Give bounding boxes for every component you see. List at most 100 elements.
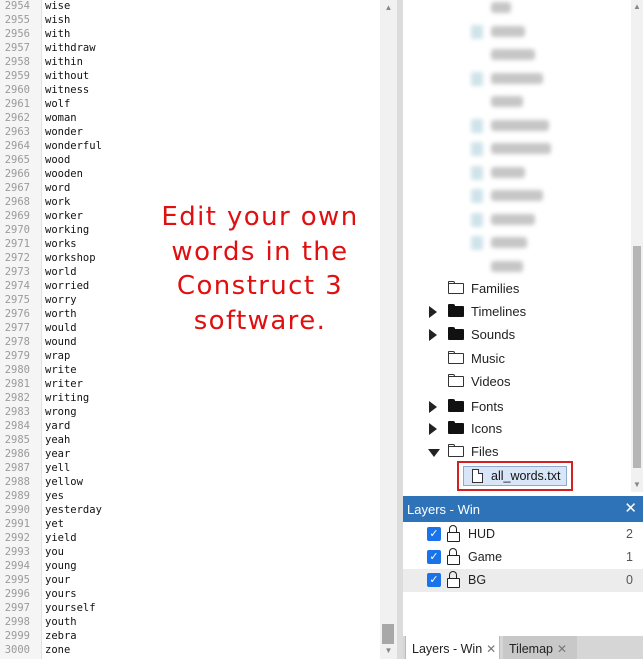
overlay-line: Construct 3	[176, 271, 344, 301]
scroll-up-arrow-icon[interactable]: ▲	[380, 0, 397, 16]
editor-line[interactable]: 2999 zebra	[0, 629, 380, 643]
project-scrollbar[interactable]: ▲ ▼	[631, 0, 643, 492]
editor-line[interactable]: 2992 yield	[0, 531, 380, 545]
editor-line[interactable]: 2963 wonder	[0, 125, 380, 139]
editor-line[interactable]: 2965 wood	[0, 153, 380, 167]
close-icon[interactable]: ✕	[624, 499, 637, 517]
expand-arrow-icon[interactable]	[429, 306, 437, 318]
editor-line[interactable]: 2981 writer	[0, 377, 380, 391]
line-number: 2973	[4, 266, 30, 278]
folder-label: Videos	[471, 374, 511, 389]
scroll-down-arrow-icon[interactable]: ▼	[631, 478, 643, 492]
editor-line[interactable]: 2996 yours	[0, 587, 380, 601]
editor-line[interactable]: 2983 wrong	[0, 405, 380, 419]
word-text: world	[45, 266, 77, 278]
visibility-checkbox[interactable]: ✓	[427, 573, 441, 587]
editor-scrollbar[interactable]: ▲ ▼	[380, 0, 397, 659]
word-text: word	[45, 182, 71, 194]
line-number: 2988	[4, 476, 30, 488]
editor-line[interactable]: 2989 yes	[0, 489, 380, 503]
editor-line[interactable]: 2995 your	[0, 573, 380, 587]
editor-line[interactable]: 2959 without	[0, 69, 380, 83]
project-folder-videos[interactable]: Videos	[403, 371, 631, 393]
line-number: 2971	[4, 238, 30, 250]
editor-line[interactable]: 2993 you	[0, 545, 380, 559]
unlock-icon[interactable]	[447, 525, 461, 543]
tab-layers-win[interactable]: Layers - Win ✕	[405, 636, 500, 659]
editor-line[interactable]: 2987 yell	[0, 461, 380, 475]
project-folder-icons[interactable]: Icons	[403, 418, 631, 440]
blurred-item	[403, 185, 631, 207]
editor-line[interactable]: 2990 yesterday	[0, 503, 380, 517]
project-folder-sounds[interactable]: Sounds	[403, 324, 631, 346]
layer-row-game[interactable]: ✓ Game 1	[403, 546, 643, 569]
editor-line[interactable]: 2957 withdraw	[0, 41, 380, 55]
editor-line[interactable]: 2979 wrap	[0, 349, 380, 363]
editor-line[interactable]: 2986 year	[0, 447, 380, 461]
project-folder-music[interactable]: Music	[403, 348, 631, 370]
project-folder-files[interactable]: Files	[403, 441, 631, 463]
project-folder-timelines[interactable]: Timelines	[403, 301, 631, 323]
editor-line[interactable]: 2980 write	[0, 363, 380, 377]
tab-tilemap[interactable]: Tilemap ✕	[503, 636, 577, 659]
scroll-up-arrow-icon[interactable]: ▲	[631, 0, 643, 14]
expand-arrow-icon[interactable]	[429, 423, 437, 435]
editor-line[interactable]: 2967 word	[0, 181, 380, 195]
editor-line[interactable]: 3000 zone	[0, 643, 380, 657]
editor-line[interactable]: 2964 wonderful	[0, 139, 380, 153]
editor-line[interactable]: 2985 yeah	[0, 433, 380, 447]
bottom-tab-bar: Layers - Win ✕ Tilemap ✕	[403, 636, 643, 659]
editor-line[interactable]: 2982 writing	[0, 391, 380, 405]
editor-line[interactable]: 2954 wise	[0, 0, 380, 13]
project-file-all-words[interactable]: all_words.txt	[463, 466, 567, 486]
unlock-icon[interactable]	[447, 548, 461, 566]
collapse-arrow-icon[interactable]	[428, 449, 440, 457]
close-icon[interactable]: ✕	[486, 642, 496, 656]
editor-line[interactable]: 2955 wish	[0, 13, 380, 27]
editor-scroll-thumb[interactable]	[382, 624, 394, 644]
word-text: wolf	[45, 98, 71, 110]
line-number: 2967	[4, 182, 30, 194]
editor-line[interactable]: 2991 yet	[0, 517, 380, 531]
folder-label: Timelines	[471, 304, 527, 319]
editor-line[interactable]: 2984 yard	[0, 419, 380, 433]
editor-line[interactable]: 2962 woman	[0, 111, 380, 125]
project-panel: Families Timelines Sounds Music Videos Fonts I…	[403, 0, 643, 492]
scroll-down-arrow-icon[interactable]: ▼	[380, 643, 397, 659]
editor-line[interactable]: 2998 youth	[0, 615, 380, 629]
folder-icon	[448, 421, 464, 434]
editor-line[interactable]: 2966 wooden	[0, 167, 380, 181]
word-text: write	[45, 364, 77, 376]
visibility-checkbox[interactable]: ✓	[427, 550, 441, 564]
line-number: 2955	[4, 14, 30, 26]
close-icon[interactable]: ✕	[557, 642, 567, 656]
editor-line[interactable]: 2961 wolf	[0, 97, 380, 111]
blurred-item	[403, 68, 631, 90]
word-text: yourself	[45, 602, 96, 614]
word-text: woman	[45, 112, 77, 124]
editor-line[interactable]: 2960 witness	[0, 83, 380, 97]
unlock-icon[interactable]	[447, 571, 461, 589]
word-text: yeah	[45, 434, 71, 446]
visibility-checkbox[interactable]: ✓	[427, 527, 441, 541]
editor-line[interactable]: 2988 yellow	[0, 475, 380, 489]
project-folder-families[interactable]: Families	[403, 278, 631, 300]
project-scroll-thumb[interactable]	[633, 246, 641, 468]
editor-line[interactable]: 2994 young	[0, 559, 380, 573]
editor-line[interactable]: 2958 within	[0, 55, 380, 69]
text-editor[interactable]: 2954 wise 2955 wish 2956 with 2957 withdraw 2958…	[0, 0, 397, 659]
expand-arrow-icon[interactable]	[429, 329, 437, 341]
editor-line[interactable]: 2997 yourself	[0, 601, 380, 615]
blurred-item	[403, 91, 631, 113]
line-number: 2984	[4, 420, 30, 432]
word-text: would	[45, 322, 77, 334]
folder-label: Files	[471, 444, 499, 459]
project-folder-fonts[interactable]: Fonts	[403, 396, 631, 418]
layer-row-bg[interactable]: ✓ BG 0	[403, 569, 643, 592]
line-number: 2994	[4, 560, 30, 572]
word-text: zebra	[45, 630, 77, 642]
layer-row-hud[interactable]: ✓ HUD 2	[403, 523, 643, 546]
editor-line[interactable]: 2956 with	[0, 27, 380, 41]
line-number: 2999	[4, 630, 30, 642]
expand-arrow-icon[interactable]	[429, 401, 437, 413]
